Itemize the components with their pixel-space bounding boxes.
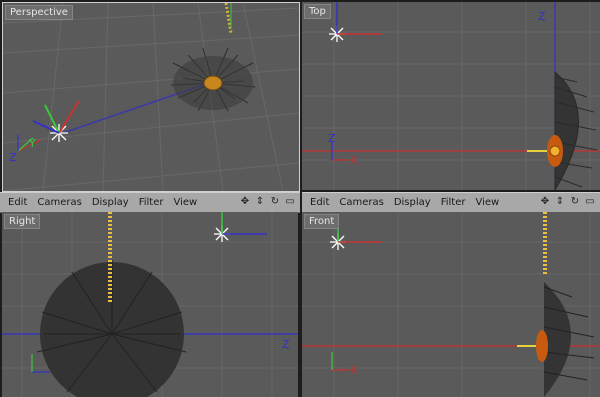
menu-display[interactable]: Display <box>92 197 129 208</box>
hair-side <box>554 70 598 190</box>
move-icon[interactable]: ✥ <box>539 195 551 208</box>
maximize-icon[interactable]: ▭ <box>584 195 596 208</box>
front-axis-x-label: X <box>350 364 358 377</box>
top-axis-z-far-label: Z <box>538 10 546 23</box>
right-axis-z-label: Z <box>282 338 290 351</box>
rotate-icon[interactable]: ↻ <box>269 195 281 208</box>
viewport-label-perspective: Perspective <box>5 5 73 20</box>
perspective-scene: Z Y <box>3 3 299 191</box>
menu-filter[interactable]: Filter <box>139 197 164 208</box>
bulb-front <box>536 330 548 362</box>
viewport-layout: Z Y Perspective Z X Z Top Edit Cameras D… <box>0 0 600 397</box>
axis-z-label: Z <box>9 151 17 164</box>
menu-view-right[interactable]: View <box>475 197 499 208</box>
right-scene: Z <box>2 212 298 397</box>
right-viewport[interactable]: Z Right <box>2 212 298 397</box>
rotate-icon[interactable]: ↻ <box>569 195 581 208</box>
menu-cameras[interactable]: Cameras <box>37 197 81 208</box>
axis-y-label: Y <box>28 137 36 150</box>
perspective-viewport[interactable]: Z Y Perspective <box>2 2 300 192</box>
move-icon[interactable]: ✥ <box>239 195 251 208</box>
top-axis-z-label: Z <box>328 132 336 145</box>
hair-side-front <box>543 282 595 397</box>
menu-edit[interactable]: Edit <box>8 197 27 208</box>
top-scene: Z X Z <box>302 2 600 190</box>
menu-filter-right[interactable]: Filter <box>441 197 466 208</box>
front-viewport[interactable]: X Front <box>302 212 600 397</box>
menu-cameras-right[interactable]: Cameras <box>339 197 383 208</box>
viewport-label-top: Top <box>304 4 331 19</box>
top-viewport[interactable]: Z X Z Top <box>302 2 600 190</box>
front-scene: X <box>302 212 600 397</box>
scale-icon[interactable]: ⇕ <box>554 195 566 208</box>
viewport-label-front: Front <box>304 214 340 229</box>
bulb <box>203 75 223 91</box>
scale-icon[interactable]: ⇕ <box>254 195 266 208</box>
maximize-icon[interactable]: ▭ <box>284 195 296 208</box>
viewport-label-right: Right <box>4 214 41 229</box>
menu-display-right[interactable]: Display <box>394 197 431 208</box>
menu-view[interactable]: View <box>173 197 197 208</box>
menubar-left: Edit Cameras Display Filter View ✥ ⇕ ↻ ▭ <box>0 192 300 213</box>
menubar-right: Edit Cameras Display Filter View ✥ ⇕ ↻ ▭ <box>302 192 600 213</box>
menu-edit-right[interactable]: Edit <box>310 197 329 208</box>
top-axis-x-label: X <box>350 154 358 167</box>
